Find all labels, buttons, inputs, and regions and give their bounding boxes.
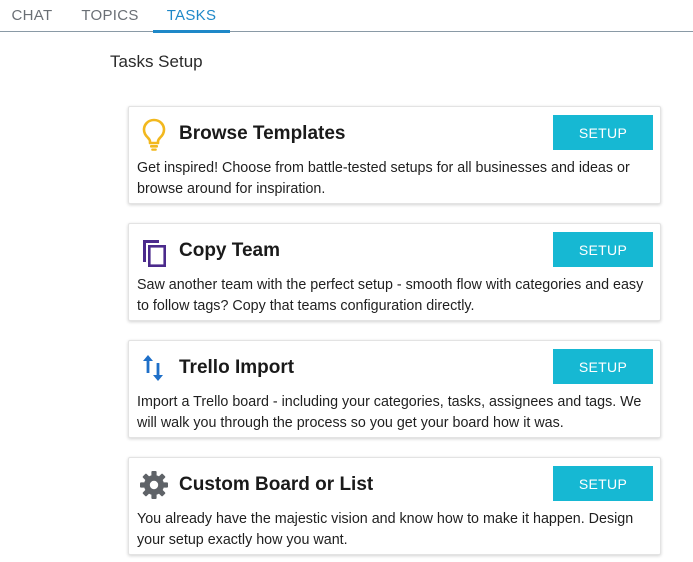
- setup-button-trello-import[interactable]: SETUP: [553, 349, 653, 384]
- copy-icon: [139, 234, 169, 268]
- setup-button-copy-team[interactable]: SETUP: [553, 232, 653, 267]
- card-trello-import: Trello Import SETUP Import a Trello boar…: [128, 340, 661, 438]
- card-browse-templates: Browse Templates SETUP Get inspired! Cho…: [128, 106, 661, 204]
- card-title: Copy Team: [179, 240, 281, 261]
- lightbulb-icon: [139, 117, 169, 151]
- setup-button-browse-templates[interactable]: SETUP: [553, 115, 653, 150]
- card-title: Trello Import: [179, 357, 295, 378]
- card-description: Saw another team with the perfect setup …: [137, 277, 644, 314]
- card-custom-board: Custom Board or List SETUP You already h…: [128, 457, 661, 555]
- tab-tasks[interactable]: TASKS: [153, 0, 230, 33]
- swap-arrows-icon: [139, 351, 169, 385]
- tab-topics[interactable]: TOPICS: [74, 0, 146, 32]
- card-description: Get inspired! Choose from battle-tested …: [137, 160, 630, 197]
- card-title: Custom Board or List: [179, 474, 374, 495]
- card-description: You already have the majestic vision and…: [137, 511, 634, 548]
- card-title: Browse Templates: [179, 123, 346, 144]
- card-copy-team: Copy Team SETUP Saw another team with th…: [128, 223, 661, 321]
- page-title: Tasks Setup: [110, 52, 203, 71]
- tab-bar: CHAT TOPICS TASKS: [0, 0, 693, 33]
- setup-button-custom-board[interactable]: SETUP: [553, 466, 653, 501]
- gear-icon: [139, 468, 169, 502]
- card-description: Import a Trello board - including your c…: [137, 394, 642, 431]
- tab-chat[interactable]: CHAT: [0, 0, 64, 32]
